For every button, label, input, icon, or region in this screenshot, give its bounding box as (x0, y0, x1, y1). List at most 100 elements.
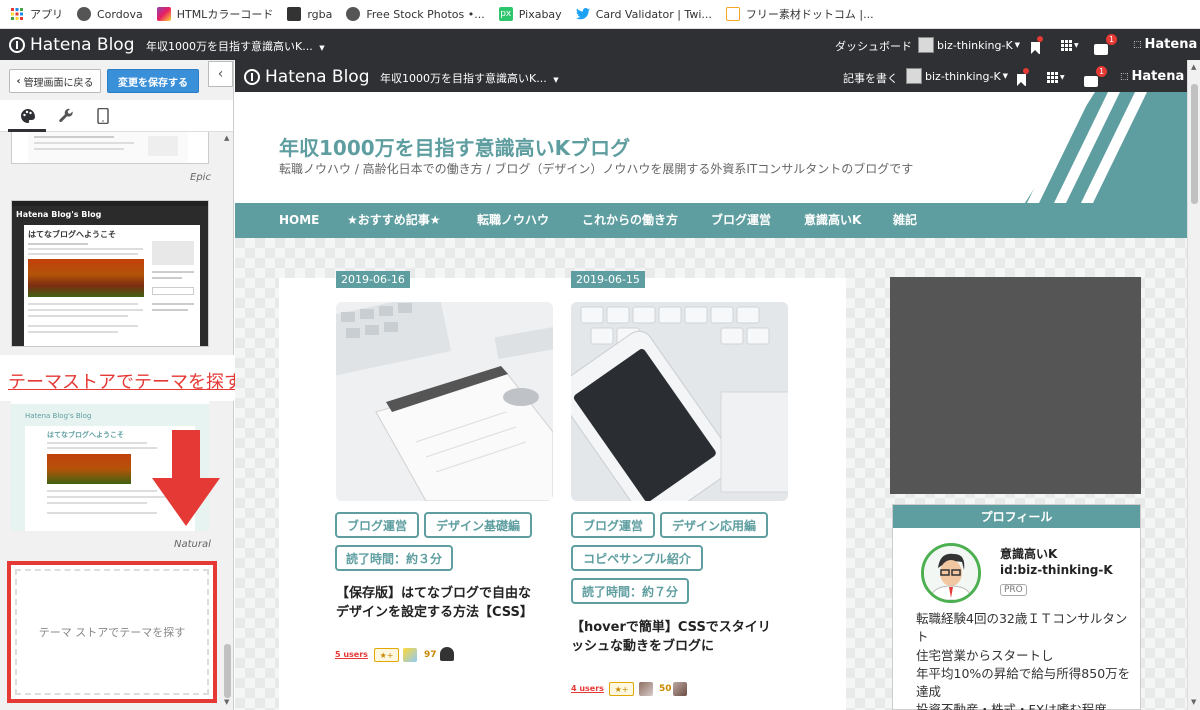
tag-design-advanced[interactable]: デザイン応用編 (660, 512, 768, 538)
profile-module: プロフィール 意識高いK id:biz-thinking-K PRO 転職経験4… (892, 504, 1141, 710)
theme-card-dark[interactable]: Hatena Blog's Blog はてなブログへようこそ (11, 200, 209, 347)
panel-scrollbar[interactable]: ▲ ▼ (222, 132, 233, 710)
pixabay-icon: px (498, 7, 513, 21)
bookmark-button[interactable] (1017, 68, 1029, 90)
hatena-logo-icon (9, 37, 25, 53)
autumn-tree-image (47, 454, 131, 484)
nav-item-future-work[interactable]: これからの働き方 (582, 203, 678, 238)
user-menu[interactable]: biz-thinking-K ▼ (906, 68, 1008, 84)
collapse-panel-button[interactable]: ‹ (208, 61, 233, 87)
hatebu-users-count[interactable]: 5 users (335, 650, 368, 659)
hatebu-users-count[interactable]: 4 users (571, 684, 604, 693)
blog-selector[interactable]: 年収1000万を目指す意識高いK... ▼ (380, 70, 559, 86)
nav-item-misc[interactable]: 雑記 (893, 203, 917, 238)
dashboard-link[interactable]: ダッシュボード (835, 38, 912, 54)
notification-dot (1023, 68, 1029, 74)
design-tabs (0, 100, 233, 132)
bookmark-button[interactable] (1031, 36, 1043, 58)
hatena-blog-logo[interactable]: Hatena Blog (9, 35, 135, 55)
scrollbar-thumb[interactable] (1191, 84, 1198, 204)
apps-menu-button[interactable]: ▼ (1047, 72, 1065, 83)
theme-card-epic[interactable] (11, 132, 209, 164)
user-menu[interactable]: biz-thinking-K ▼ (918, 37, 1020, 53)
scrollbar-thumb[interactable] (224, 644, 231, 698)
save-changes-button[interactable]: 変更を保存する (107, 69, 199, 93)
blog-selector-label: 年収1000万を目指す意識高いK... (146, 40, 313, 53)
theme-preview-heading: はてなブログへようこそ (28, 230, 116, 239)
bookmark-html-color[interactable]: HTMLカラーコード (156, 6, 273, 22)
bookmark-label: フリー素材ドットコム |... (745, 8, 874, 21)
profile-bio-line: 投資不動産・株式・FXは嗜む程度 (916, 702, 1107, 710)
nav-item-recommended[interactable]: ★おすすめ記事★ (347, 203, 441, 238)
star-count[interactable]: 50 (659, 684, 672, 694)
chevron-left-icon: ‹ (217, 66, 224, 82)
tab-smartphone[interactable] (92, 106, 114, 126)
bookmark-label: Card Validator | Twi... (595, 7, 712, 21)
chat-bubble-icon (1084, 76, 1098, 87)
nav-item-home[interactable]: HOME (279, 203, 319, 238)
find-theme-store-button[interactable]: テーマ ストアでテーマを探す (7, 561, 217, 703)
post-thumbnail[interactable] (336, 302, 553, 501)
post-title[interactable]: 【hoverで簡単】CSSでスタイリ ッシュな動きをブログに (571, 618, 771, 656)
bookmark-rgba[interactable]: rgba (287, 7, 332, 21)
back-to-admin-button[interactable]: ‹ 管理画面に戻る (9, 69, 101, 93)
page-scrollbar[interactable]: ▲ ▼ (1187, 60, 1200, 710)
star-count[interactable]: 97 (424, 650, 437, 660)
apps-grid-icon (1047, 72, 1058, 83)
tag-blog-management[interactable]: ブログ運営 (571, 512, 655, 538)
add-star-button[interactable]: ★+ (609, 682, 634, 696)
add-star-button[interactable]: ★+ (374, 648, 399, 662)
hatena-link[interactable]: ⬚ Hatena (1133, 37, 1197, 52)
user-name: biz-thinking-K (937, 38, 1013, 52)
blog-title[interactable]: 年収1000万を目指す意識高いKブログ (279, 132, 630, 161)
bookmark-label: アプリ (30, 8, 63, 21)
post-date: 2019-06-15 (571, 271, 645, 288)
tag-design-basics[interactable]: デザイン基礎編 (424, 512, 532, 538)
tab-design[interactable] (17, 106, 39, 126)
tab-customize[interactable] (55, 106, 77, 126)
hatena-link[interactable]: ⬚ Hatena (1120, 69, 1184, 84)
notifications-button[interactable]: 1 (1084, 66, 1108, 91)
profile-id[interactable]: id:biz-thinking-K (1000, 563, 1113, 577)
hatena-label: Hatena (1144, 37, 1198, 52)
tag-blog-management[interactable]: ブログ運営 (335, 512, 419, 538)
nav-item-ishiki-k[interactable]: 意識高いK (804, 203, 861, 238)
logo-text: Hatena Blog (265, 67, 370, 87)
apps-grid-icon (1061, 40, 1072, 51)
tag-copy-paste-samples[interactable]: コピペサンプル紹介 (571, 545, 703, 571)
smartphone-icon (97, 108, 109, 124)
twitter-bird-icon (575, 7, 590, 21)
post-title[interactable]: 【保存版】はてなブログで自由な デザインを設定する方法【CSS】 (336, 584, 533, 622)
bookmark-free-stock-photos[interactable]: Free Stock Photos •... (346, 7, 485, 21)
user-avatar (918, 37, 934, 53)
nav-item-job-change[interactable]: 転職ノウハウ (477, 203, 549, 238)
bookmark-cordova[interactable]: Cordova (77, 7, 143, 21)
globe-icon (77, 7, 91, 21)
profile-name[interactable]: 意識高いK (1000, 545, 1057, 562)
caret-down-icon: ▼ (1002, 72, 1009, 80)
tag-reading-time[interactable]: 読了時間：約３分 (335, 545, 453, 571)
bookmark-free-sozai[interactable]: フリー素材ドットコム |... (725, 6, 874, 22)
write-article-link[interactable]: 記事を書く (843, 70, 898, 86)
hatena-mark-icon: ⬚ (1133, 39, 1142, 50)
blog-selector[interactable]: 年収1000万を目指す意識高いK... ▼ (146, 38, 325, 54)
bookmark-card-validator[interactable]: Card Validator | Twi... (575, 7, 712, 21)
notifications-button[interactable]: 1 (1094, 34, 1118, 59)
apps-menu-button[interactable]: ▼ (1061, 40, 1079, 51)
profile-avatar[interactable] (921, 543, 981, 603)
nav-item-blog-management[interactable]: ブログ運営 (711, 203, 771, 238)
apps-grid-icon (10, 7, 24, 21)
post-title-line: ッシュな動きをブログに (571, 639, 715, 654)
user-avatar (906, 68, 922, 84)
tag-reading-time[interactable]: 読了時間：約７分 (571, 578, 689, 604)
autumn-tree-image (28, 259, 144, 297)
hatena-blog-logo[interactable]: Hatena Blog (244, 67, 370, 87)
palette-icon (21, 109, 35, 123)
bookmark-apps[interactable]: アプリ (10, 6, 63, 22)
bookmark-pixabay[interactable]: px Pixabay (498, 7, 562, 21)
monitor-icon (287, 7, 302, 21)
post-thumbnail[interactable] (571, 302, 788, 501)
user-name: biz-thinking-K (925, 69, 1001, 83)
sidebar-ad-block (890, 277, 1141, 494)
profile-bio-line: 住宅営業からスタートし (916, 648, 1054, 663)
